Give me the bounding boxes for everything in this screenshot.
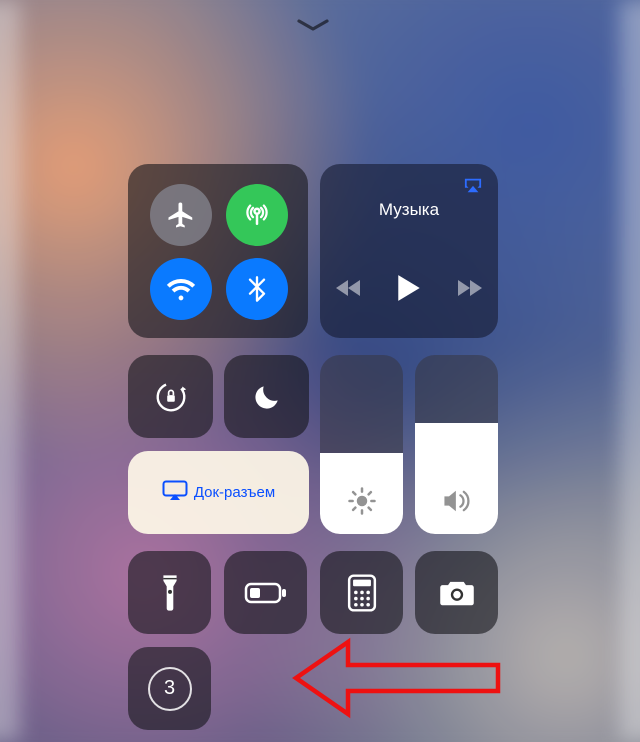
airplane-mode-toggle[interactable] <box>150 184 212 246</box>
airplay-active-icon <box>462 176 484 199</box>
media-title: Музыка <box>320 200 498 220</box>
dismiss-chevron-icon[interactable] <box>296 16 330 34</box>
volume-slider[interactable] <box>415 355 498 534</box>
skip-back-icon <box>336 278 362 298</box>
cellular-data-toggle[interactable] <box>226 184 288 246</box>
sun-icon <box>320 486 403 516</box>
previous-track-button[interactable] <box>336 278 362 303</box>
flashlight-icon <box>159 573 181 613</box>
do-not-disturb-toggle[interactable] <box>224 355 309 438</box>
volume-fill <box>415 423 498 534</box>
play-button[interactable] <box>396 273 422 308</box>
screen-mirroring-button[interactable]: Док-разъем <box>128 451 309 534</box>
page-margin-right <box>620 0 640 742</box>
control-center: Музыка <box>98 0 528 742</box>
calculator-icon <box>347 574 377 612</box>
connectivity-group <box>128 164 308 338</box>
screen-record-button[interactable]: 3 <box>128 647 211 730</box>
moon-icon <box>251 381 283 413</box>
play-icon <box>396 273 422 303</box>
brightness-slider[interactable] <box>320 355 403 534</box>
bluetooth-icon <box>243 275 271 303</box>
calculator-button[interactable] <box>320 551 403 634</box>
transport-controls <box>320 273 498 308</box>
control-center-screenshot: Музыка <box>0 0 640 742</box>
next-track-button[interactable] <box>456 278 482 303</box>
camera-icon <box>438 578 476 608</box>
low-power-icon <box>244 581 288 605</box>
skip-forward-icon <box>456 278 482 298</box>
media-playback-group[interactable]: Музыка <box>320 164 498 338</box>
screen-mirroring-label: Док-разъем <box>194 484 275 501</box>
wifi-icon <box>165 273 197 305</box>
airplane-icon <box>166 200 196 230</box>
rotation-lock-toggle[interactable] <box>128 355 213 438</box>
screen-mirror-icon <box>162 480 188 505</box>
low-power-mode-button[interactable] <box>224 551 307 634</box>
countdown-value: 3 <box>164 677 175 700</box>
flashlight-button[interactable] <box>128 551 211 634</box>
rotation-lock-icon <box>152 378 190 416</box>
countdown-ring: 3 <box>148 667 192 711</box>
page-margin-left <box>0 0 20 742</box>
speaker-icon <box>415 486 498 516</box>
bluetooth-toggle[interactable] <box>226 258 288 320</box>
cellular-icon <box>242 200 272 230</box>
wifi-toggle[interactable] <box>150 258 212 320</box>
camera-button[interactable] <box>415 551 498 634</box>
